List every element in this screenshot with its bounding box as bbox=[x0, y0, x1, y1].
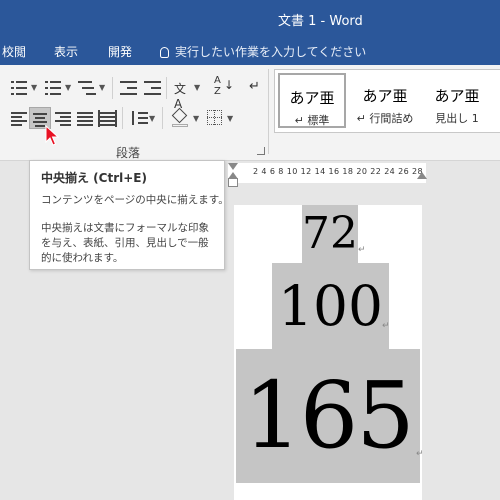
borders-icon[interactable] bbox=[204, 107, 226, 129]
paragraph-text: 72 bbox=[302, 208, 358, 259]
distributed-icon[interactable] bbox=[96, 107, 118, 129]
show-formatting-marks-icon[interactable]: ↵ bbox=[245, 77, 267, 99]
style-name: ↵ 行間詰め bbox=[356, 112, 414, 125]
paragraph-100: 100 bbox=[272, 263, 389, 349]
paragraph-mark: ↵ bbox=[382, 321, 390, 331]
bullets-icon[interactable] bbox=[8, 77, 30, 99]
tab-view[interactable]: 表示 bbox=[54, 43, 78, 60]
increase-indent-icon[interactable] bbox=[142, 77, 164, 99]
window-title: 文書 1 - Word bbox=[278, 14, 363, 29]
right-indent-marker[interactable] bbox=[417, 172, 427, 179]
left-indent-marker[interactable] bbox=[228, 178, 238, 187]
line-spacing-icon[interactable] bbox=[128, 107, 150, 129]
style-sample: あア亜 bbox=[434, 87, 480, 105]
tooltip-line: 中央揃えは文書にフォーマルな印象 bbox=[41, 222, 209, 234]
ruler-numbers: 2 4 6 8 10 12 14 16 18 20 22 24 26 28 bbox=[253, 167, 424, 176]
paragraph-mark: ↵ bbox=[358, 245, 366, 255]
tab-developer[interactable]: 開発 bbox=[108, 43, 132, 60]
tooltip-line: を与え、表紙、引用、見出しで一般 bbox=[41, 237, 209, 249]
paragraph-mark: ↵ bbox=[416, 449, 424, 459]
style-name: ↵ 標準 bbox=[294, 114, 330, 127]
align-left-icon[interactable] bbox=[8, 107, 30, 129]
style-no-spacing[interactable]: あア亜 ↵ 行間詰め bbox=[351, 73, 419, 128]
numbering-icon[interactable] bbox=[42, 77, 64, 99]
lightbulb-icon bbox=[160, 47, 169, 58]
dialog-launcher-icon[interactable] bbox=[257, 147, 265, 155]
style-name: 見出し 1 bbox=[435, 112, 479, 125]
tooltip-title: 中央揃え (Ctrl+E) bbox=[41, 171, 147, 185]
multilevel-list-icon[interactable] bbox=[76, 77, 98, 99]
style-sample: あア亜 bbox=[362, 87, 408, 105]
title-bar: 文書 1 - Word bbox=[0, 0, 500, 37]
document-page[interactable]: 72 ↵ 100 ↵ 165 ↵ bbox=[234, 205, 424, 500]
ribbon-tab-bar: 校閲 表示 開発 実行したい作業を入力してください bbox=[0, 37, 500, 65]
sort-icon[interactable]: A Z ↓ bbox=[212, 75, 234, 97]
paragraph-165: 165 bbox=[236, 349, 420, 483]
style-heading-1[interactable]: あア亜 見出し 1 bbox=[423, 73, 491, 128]
mouse-pointer-icon bbox=[45, 125, 59, 146]
tooltip-line: 的に使われます。 bbox=[41, 252, 124, 264]
shading-icon[interactable] bbox=[170, 107, 192, 129]
style-sample: あア亜 bbox=[289, 89, 335, 107]
paragraph-text: 100 bbox=[278, 274, 383, 338]
paragraph-group-label: 段落 bbox=[116, 146, 141, 160]
style-normal[interactable]: あア亜 ↵ 標準 bbox=[278, 73, 346, 128]
tooltip-line: コンテンツをページの中央に揃えます。 bbox=[41, 194, 229, 206]
tell-me-search[interactable]: 実行したい作業を入力してください bbox=[160, 43, 366, 60]
paragraph-72: 72 bbox=[302, 205, 358, 263]
horizontal-ruler[interactable]: 2 4 6 8 10 12 14 16 18 20 22 24 26 28 bbox=[228, 163, 427, 183]
justify-icon[interactable] bbox=[74, 107, 96, 129]
first-line-indent-marker[interactable] bbox=[228, 163, 238, 170]
asian-layout-icon[interactable]: 文A bbox=[172, 77, 194, 111]
tell-me-text: 実行したい作業を入力してください bbox=[175, 45, 367, 59]
decrease-indent-icon[interactable] bbox=[118, 77, 140, 99]
center-align-tooltip: 中央揃え (Ctrl+E) コンテンツをページの中央に揃えます。 中央揃えは文書… bbox=[29, 160, 229, 270]
paragraph-text: 165 bbox=[243, 362, 415, 469]
styles-gallery: あア亜 ↵ 標準 あア亜 ↵ 行間詰め あア亜 見出し 1 bbox=[274, 69, 500, 133]
tab-review[interactable]: 校閲 bbox=[2, 43, 26, 60]
